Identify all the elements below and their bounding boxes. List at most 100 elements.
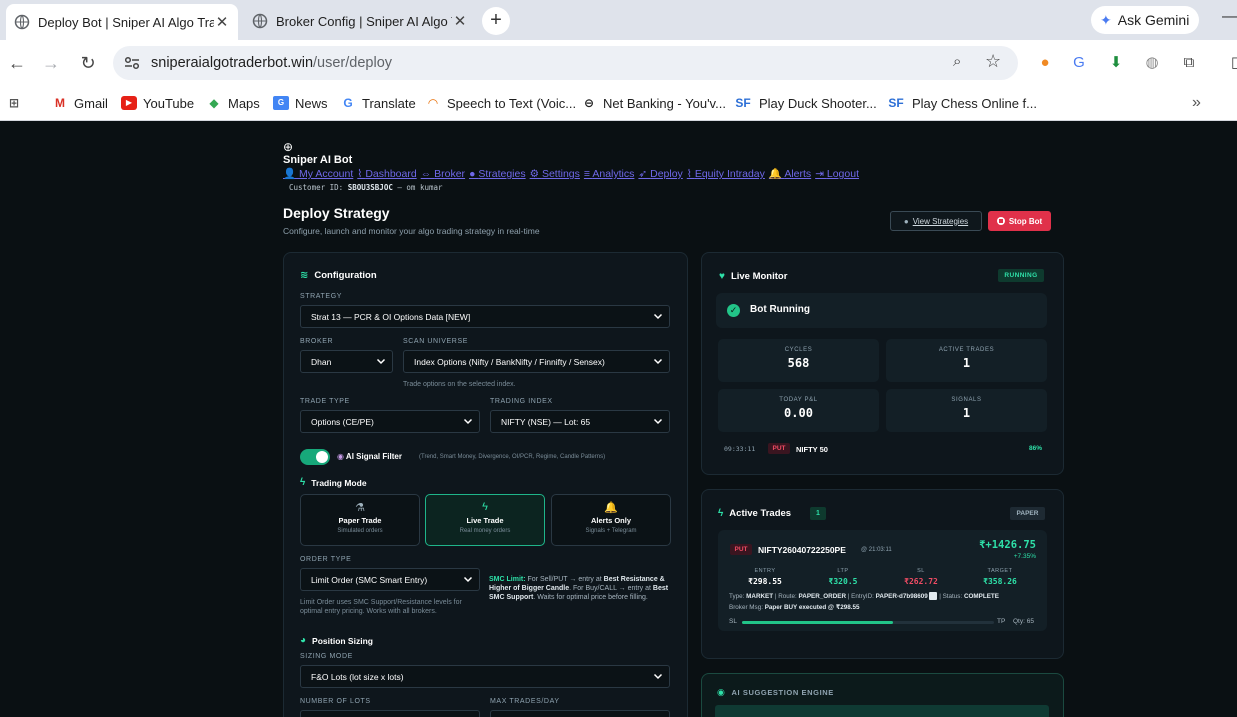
trading-index-select[interactable]: NIFTY (NSE) — Lot: 65 (490, 410, 670, 433)
bell-icon: 🔔 (604, 502, 618, 514)
bookmark-star-icon[interactable]: ☆ (985, 51, 1001, 72)
stop-icon (996, 217, 1005, 225)
robot-icon: ◉ (337, 452, 344, 461)
nav-strategies[interactable]: ● Strategies (469, 168, 526, 180)
trade-pnl: ₹+1426.75 (979, 539, 1036, 551)
bookmark-youtube[interactable]: ▶ YouTube (121, 92, 194, 114)
stop-bot-button[interactable]: Stop Bot (988, 211, 1051, 231)
globe-extension-icon[interactable]: ◍ (1142, 53, 1162, 73)
bookmark-translate[interactable]: G Translate (340, 92, 415, 114)
url-host: sniperaialgotraderbot.win (151, 55, 314, 71)
download-icon[interactable]: ⬇ (1106, 53, 1126, 73)
more-bookmarks-icon[interactable]: » (1192, 92, 1201, 114)
ai-signal-filter-toggle[interactable] (300, 449, 330, 465)
view-strategies-button[interactable]: ● View Strategies (890, 211, 982, 231)
address-bar[interactable]: sniperaialgotraderbot.win/user/deploy ⌕ … (113, 46, 1018, 80)
close-tab-icon[interactable]: ✕ (214, 13, 230, 31)
ai-suggestion-content (715, 705, 1049, 717)
flask-icon: ⚗ (355, 502, 365, 514)
bookmark-maps[interactable]: ◆ Maps (206, 92, 259, 114)
alerts-only-option[interactable]: 🔔 Alerts Only Signals + Telegram (551, 494, 671, 546)
nav-logout[interactable]: ⇥ Logout (815, 168, 859, 180)
nav-equity-intraday[interactable]: ⌇ Equity Intraday (687, 168, 765, 180)
main-nav: 👤 My Account ⌇ Dashboard ⇔ Broker ● Strateg… (283, 167, 863, 180)
reload-icon[interactable]: ↻ (77, 52, 99, 74)
nav-dashboard[interactable]: ⌇ Dashboard (357, 168, 416, 180)
site-info-icon[interactable] (123, 54, 141, 72)
live-trade-option[interactable]: ϟ Live Trade Real money orders (425, 494, 545, 546)
number-of-lots-label: NUMBER OF LOTS (300, 698, 371, 705)
bookmark-net-banking[interactable]: ⊖ Net Banking - You'v... (581, 92, 726, 114)
max-trades-input[interactable] (490, 710, 670, 717)
globe-icon (252, 13, 268, 29)
extensions-puzzle-icon[interactable]: ⧉ (1179, 53, 1199, 73)
ai-signal-filter-hint: (Trend, Smart Money, Divergence, OI/PCR,… (419, 454, 606, 460)
trade-symbol: NIFTY26040722250PE (758, 545, 846, 555)
close-tab-icon[interactable]: ✕ (452, 12, 468, 30)
nav-broker[interactable]: ⇔ Broker (421, 168, 465, 180)
bot-status-text: Bot Running (750, 304, 810, 315)
bookmark-speech-to-text[interactable]: ◠ Speech to Text (Voic... (425, 92, 576, 114)
heart-pulse-icon: ♥ (719, 271, 725, 282)
sidepanel-icon[interactable]: ▯ (1225, 53, 1237, 73)
strategy-select[interactable]: Strat 13 — PCR & OI Options Data [NEW] (300, 305, 670, 328)
forward-icon[interactable]: → (40, 52, 62, 74)
zoom-icon[interactable]: ⌕ (953, 53, 961, 70)
bolt-icon: ϟ (718, 508, 724, 519)
new-tab-button[interactable]: + (482, 7, 510, 35)
globe-icon (14, 14, 30, 30)
paper-badge: PAPER (1010, 507, 1045, 520)
trade-type-label: TRADE TYPE (300, 398, 350, 405)
nav-settings[interactable]: ⚙ Settings (530, 168, 580, 180)
trade-side-badge: PUT (730, 544, 752, 555)
broker-select[interactable]: Dhan (300, 350, 393, 373)
nav-my-account[interactable]: 👤 My Account (283, 168, 353, 180)
gemini-icon: ✦ (1100, 11, 1112, 28)
bolt-icon: ϟ (300, 477, 306, 488)
chevron-down-icon (653, 358, 663, 365)
ask-gemini-button[interactable]: ✦ Ask Gemini (1091, 6, 1199, 34)
bot-status-card: ✓ Bot Running (716, 293, 1047, 328)
scan-universe-select[interactable]: Index Options (Nifty / BankNifty / Finni… (403, 350, 670, 373)
progress-tp-label: TP (997, 618, 1006, 625)
page-title: Deploy Strategy (283, 205, 390, 221)
stat-today-pnl: TODAY P&L 0.00 (718, 389, 879, 432)
trade-entry: ENTRY ₹298.55 (748, 568, 782, 586)
trade-details: Type: MARKET | Route: PAPER_ORDER | Entr… (729, 592, 999, 611)
minimize-icon[interactable]: — (1222, 8, 1237, 26)
url-text[interactable]: sniperaialgotraderbot.win/user/deploy (151, 55, 392, 71)
apps-grid-icon[interactable]: ⊞ (6, 92, 28, 114)
bookmark-gmail[interactable]: M Gmail (52, 92, 108, 114)
signal-side-badge: PUT (768, 443, 790, 454)
order-type-select[interactable]: Limit Order (SMC Smart Entry) (300, 568, 480, 591)
sliders-icon: ≋ (300, 270, 309, 281)
address-toolbar: ← → ↻ sniperaialgotraderbot.win/user/dep… (0, 40, 1237, 86)
paper-trade-option[interactable]: ⚗ Paper Trade Simulated orders (300, 494, 420, 546)
tab-deploy-bot[interactable]: Deploy Bot | Sniper AI Algo Trac ✕ (6, 4, 238, 40)
nav-analytics[interactable]: ≡ Analytics (584, 168, 634, 180)
translate-extension-icon[interactable]: G (1069, 53, 1089, 73)
tab-broker-config[interactable]: Broker Config | Sniper AI Algo T ✕ (244, 6, 476, 36)
nav-alerts[interactable]: 🔔 Alerts (769, 168, 811, 180)
trade-ltp: LTP ₹320.5 (828, 568, 858, 586)
bookmark-chess[interactable]: SF Play Chess Online f... (886, 92, 1037, 114)
check-circle-icon: ✓ (727, 304, 740, 317)
back-icon[interactable]: ← (6, 52, 28, 74)
trade-time: @ 21:03:11 (861, 547, 892, 553)
bookmark-duck-shooter[interactable]: SF Play Duck Shooter... (733, 92, 876, 114)
customer-id-line: Customer ID: SBOU3SBJOC — om kumar (289, 183, 443, 192)
stat-active-trades: ACTIVE TRADES 1 (886, 339, 1047, 382)
sizing-mode-select[interactable]: F&O Lots (lot size x lots) (300, 665, 670, 688)
chevron-down-icon (463, 576, 473, 583)
trade-type-select[interactable]: Options (CE/PE) (300, 410, 480, 433)
extension-icon[interactable]: ● (1035, 53, 1055, 73)
number-of-lots-input[interactable] (300, 710, 480, 717)
order-type-hint: Limit Order uses SMC Support/Resistance … (300, 599, 462, 615)
position-sizing-title: ◕ Position Sizing (300, 635, 373, 646)
nav-deploy[interactable]: ➶ Deploy (638, 168, 682, 180)
copy-icon[interactable] (929, 592, 938, 601)
robot-icon: ◉ (717, 687, 726, 697)
bookmark-news[interactable]: G News (273, 92, 328, 114)
chevron-down-icon (653, 673, 663, 680)
signal-row[interactable]: 09:33:11 PUT NIFTY 50 86% (724, 443, 1042, 455)
